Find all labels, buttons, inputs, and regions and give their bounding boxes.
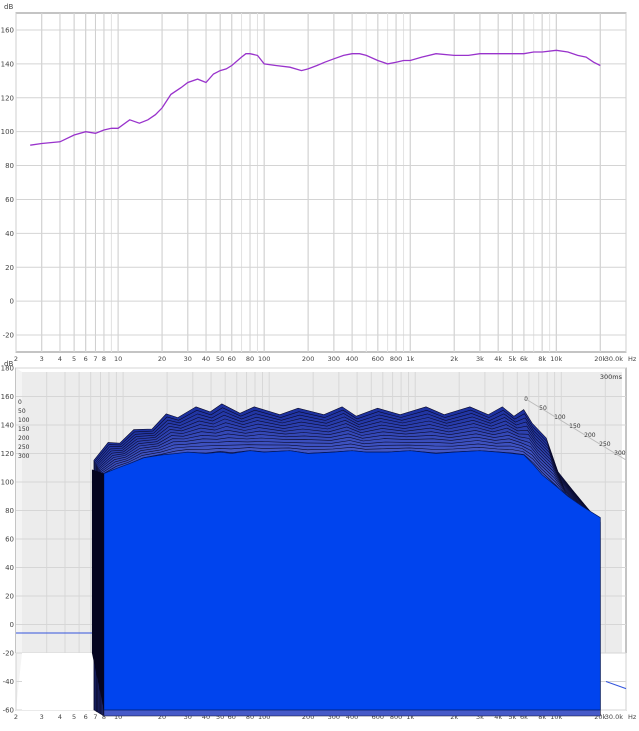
x-tick-label: 100: [258, 355, 270, 363]
y-tick-label: 60: [5, 536, 14, 544]
time-tick-label-left: 100: [18, 417, 30, 424]
x-tick-label: 2: [14, 355, 18, 363]
x-tick-label: 2k: [450, 355, 458, 363]
y-tick-label: -20: [3, 332, 14, 340]
charts-svg: 160140120100806040200-20dB2 3 4 5 6 7 8 10 20 30 4…: [1, 3, 637, 721]
x-tick-label: 60: [228, 355, 236, 363]
waterfall-front: [103, 450, 601, 711]
y-axis-label: dB: [4, 3, 13, 11]
waterfall-chart: 180160140120100806040200-20-40-60dB2 3 4 5 6…: [1, 360, 637, 721]
y-tick-label: 80: [5, 507, 14, 515]
y-tick-label: -20: [3, 650, 14, 658]
x-tick-label: 4: [58, 355, 62, 363]
x-tick-label: 5: [72, 713, 76, 721]
y-tick-label: 40: [5, 230, 14, 238]
x-tick-label: 200: [302, 355, 314, 363]
x-tick-label: 6: [84, 713, 88, 721]
y-axis-label: dB: [4, 360, 13, 368]
x-tick-label: 50: [216, 355, 224, 363]
x-tick-label: 3: [40, 713, 44, 721]
y-tick-label: 100: [1, 128, 14, 136]
y-tick-label: 160: [1, 393, 14, 401]
y-tick-label: -60: [3, 707, 14, 715]
x-tick-label: 10k: [550, 355, 562, 363]
y-tick-label: 160: [1, 26, 14, 34]
time-tick-label-left: 150: [18, 426, 30, 433]
x-tick-label: 30.0k: [605, 713, 623, 721]
x-tick-label: 4: [58, 713, 62, 721]
time-label: 300ms: [600, 373, 623, 381]
x-tick-label: 300: [328, 355, 340, 363]
x-tick-label: 3k: [476, 355, 484, 363]
y-tick-label: 120: [1, 94, 14, 102]
x-tick-label: 10: [114, 355, 122, 363]
x-tick-label: 8: [102, 355, 106, 363]
time-tick-label-left: 0: [18, 399, 22, 406]
x-tick-label: 7: [93, 713, 97, 721]
y-tick-label: 140: [1, 422, 14, 430]
x-tick-label: 40: [202, 355, 210, 363]
y-tick-label: 140: [1, 60, 14, 68]
x-tick-label: 6: [84, 355, 88, 363]
time-tick-label-left: 250: [18, 444, 30, 451]
x-tick-label: 3: [40, 355, 44, 363]
time-tick-label-left: 50: [18, 408, 26, 415]
x-tick-label: 5k: [508, 355, 516, 363]
x-unit-label: Hz: [628, 713, 637, 721]
y-tick-label: 40: [5, 564, 14, 572]
x-tick-label: 7: [93, 355, 97, 363]
x-tick-label: 800: [390, 355, 402, 363]
x-tick-label: 30.0k: [605, 355, 623, 363]
y-tick-label: 80: [5, 162, 14, 170]
x-tick-label: 6k: [520, 355, 528, 363]
x-tick-label: 30: [184, 355, 192, 363]
time-tick-label-left: 300: [18, 453, 30, 460]
x-tick-label: 1k: [406, 355, 414, 363]
x-unit-label: Hz: [628, 355, 637, 363]
time-tick-label-left: 200: [18, 435, 30, 442]
x-tick-label: 4k: [494, 355, 502, 363]
x-tick-label: 20: [158, 355, 166, 363]
y-tick-label: 20: [5, 264, 14, 272]
y-tick-label: 20: [5, 593, 14, 601]
chart-root: 160 140 120 100 80 60 40 20 0 -20 dB 2 3 4 5 6 7 8 10 20 30 4…: [0, 0, 639, 727]
x-tick-label: 600: [372, 355, 384, 363]
y-tick-label: 0: [10, 621, 14, 629]
y-tick-label: 0: [10, 298, 14, 306]
x-tick-label: 400: [346, 355, 358, 363]
x-tick-label: 5: [72, 355, 76, 363]
y-tick-label: 100: [1, 479, 14, 487]
x-tick-label: 2: [14, 713, 18, 721]
y-tick-label: 120: [1, 450, 14, 458]
y-tick-label: -40: [3, 678, 14, 686]
x-tick-label: 8k: [538, 355, 546, 363]
floor-white: [22, 653, 106, 710]
y-tick-label: 60: [5, 196, 14, 204]
frequency-response-chart: 160140120100806040200-20dB2 3 4 5 6 7 8 10 20 30 4…: [1, 3, 637, 363]
x-tick-label: 80: [246, 355, 254, 363]
